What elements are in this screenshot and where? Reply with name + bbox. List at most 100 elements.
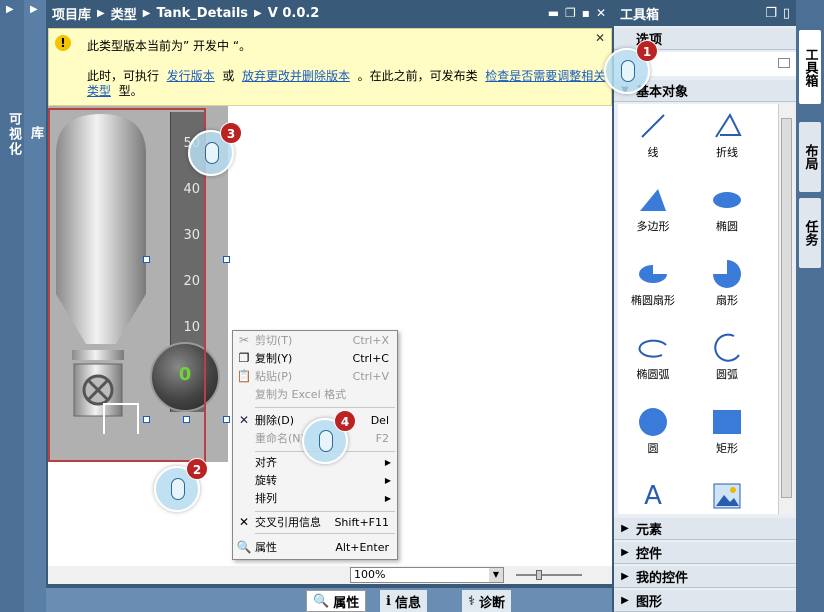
tab-toolbox[interactable]: 工具箱 [799,30,821,104]
scrollbar-thumb[interactable] [781,118,792,498]
maximize-icon[interactable]: ▯ [783,6,790,21]
section-controls[interactable]: ▶ 控件 [614,542,796,564]
tool-ellipse-segment[interactable]: 椭圆扇形 [618,256,688,308]
menu-item-arrange[interactable]: 排列 ▶ [233,489,397,507]
chevron-right-icon: ▶ [97,7,105,19]
tool-polygon[interactable]: 多边形 [618,182,688,234]
resize-handle[interactable] [223,416,230,423]
chevron-right-icon: ▶ [621,571,629,582]
menu-item-properties[interactable]: 🔍 属性 Alt+Enter [233,538,397,556]
toolbox-title: 工具箱 [620,7,660,23]
chevron-down-icon: ▼ [489,568,503,582]
graphic-view-icon [713,483,741,509]
library-tab[interactable]: 库 [26,126,45,141]
properties-icon: 🔍 [236,540,252,554]
expand-arrow-icon[interactable]: ▶ [30,4,38,15]
resize-handle[interactable] [143,256,150,263]
resize-handle[interactable] [143,416,150,423]
zoom-slider-thumb[interactable] [536,570,542,580]
circle-segment-icon [713,260,741,288]
selection-frame[interactable] [48,108,206,462]
section-graphics[interactable]: ▶ 图形 [614,590,796,612]
tool-circle-arc[interactable]: 圆弧 [692,330,762,382]
notification-text: 此时，可执行 [87,69,160,83]
view-toggle-icon[interactable] [778,58,790,68]
restore-icon[interactable]: ❐ [765,6,777,21]
tab-info[interactable]: ℹ 信息 [380,590,427,612]
notification-line1: 此类型版本当前为” 开发中 “。 [87,39,252,53]
menu-item-copy-excel[interactable]: 复制为 Excel 格式 [233,385,397,403]
resize-handle[interactable] [183,416,190,423]
info-icon: ℹ [386,593,391,609]
release-version-link[interactable]: 发行版本 [167,69,215,83]
tool-text-field[interactable]: A [618,478,688,514]
breadcrumb-version[interactable]: V 0.0.2 [268,6,320,21]
section-elements[interactable]: ▶ 元素 [614,518,796,540]
step-number: 4 [334,410,356,432]
breadcrumb-type-name[interactable]: Tank_Details [156,6,248,21]
tool-label: 椭圆弧 [636,368,670,381]
menu-item-cross-reference[interactable]: ✕ 交叉引用信息 Shift+F11 [233,513,397,531]
paste-icon: 📋 [236,369,252,383]
mouse-icon [621,60,635,82]
notification-text: 型。 [118,84,143,98]
tab-layout[interactable]: 布局 [799,122,821,192]
text-icon: A [644,481,662,511]
rectangle-icon [713,410,741,434]
mouse-icon [205,142,219,164]
toolbox-scrollbar[interactable] [778,104,794,514]
minimize-icon[interactable]: ▬ [548,6,559,20]
polyline-icon [715,112,742,138]
menu-label: 复制(Y) [255,352,293,365]
visualization-tab[interactable]: 可视化 [4,112,23,157]
tab-tasks[interactable]: 任务 [799,198,821,268]
notification-text: 。在此之前，可发布类 [357,69,478,83]
section-label: 我的控件 [636,571,689,586]
zoom-select[interactable]: 100% ▼ [350,567,504,583]
section-label: 元素 [636,523,663,538]
menu-item-rotate[interactable]: 旋转 ▶ [233,471,397,489]
breadcrumb-project-library[interactable]: 项目库 [52,4,91,23]
ellipse-arc-icon [638,339,667,358]
breadcrumb-types[interactable]: 类型 [111,4,137,23]
diagnostics-icon: ⚕ [468,593,476,609]
tool-polyline[interactable]: 折线 [692,108,762,160]
menu-shortcut: Ctrl+X [352,333,389,347]
tab-properties[interactable]: 🔍 属性 [306,590,367,612]
chevron-right-icon: ▶ [254,7,262,19]
chevron-right-icon: ▶ [142,7,151,19]
menu-item-copy[interactable]: ❐ 复制(Y) Ctrl+C [233,349,397,367]
tool-ellipse-arc[interactable]: 椭圆弧 [618,330,688,382]
menu-item-cut[interactable]: ✂ 剪切(T) Ctrl+X [233,331,397,349]
menu-shortcut: Ctrl+V [352,369,389,383]
menu-shortcut: F2 [375,431,389,445]
tab-diagnostics[interactable]: ⚕ 诊断 [462,590,512,612]
warning-icon: ! [55,35,71,51]
tool-label: 扇形 [716,294,738,307]
notification-text: 或 [222,69,235,83]
discard-changes-link[interactable]: 放弃更改并删除版本 [242,69,350,83]
menu-shortcut: Ctrl+C [352,351,389,365]
menu-item-paste[interactable]: 📋 粘贴(P) Ctrl+V [233,367,397,385]
zoom-slider[interactable] [516,570,582,580]
step-number: 1 [636,40,658,62]
tool-graphic-view[interactable] [692,478,762,514]
close-icon[interactable]: ✕ [596,6,606,20]
resize-handle[interactable] [223,256,230,263]
maximize-icon[interactable]: ▪ [582,6,590,20]
library-strip: ▶ 库 [24,0,46,612]
close-notification-icon[interactable]: ✕ [595,31,605,45]
left-nav-strip: ▶ 可视化 [0,0,24,612]
tool-rectangle[interactable]: 矩形 [692,404,762,456]
chevron-right-icon: ▶ [621,523,629,534]
tool-line[interactable]: 线 [618,108,688,160]
delete-icon: ✕ [238,413,250,427]
section-my-controls[interactable]: ▶ 我的控件 [614,566,796,588]
tool-ellipse[interactable]: 椭圆 [692,182,762,234]
restore-icon[interactable]: ❐ [565,6,576,20]
polygon-icon [640,189,666,211]
tool-circle-segment[interactable]: 扇形 [692,256,762,308]
tool-circle[interactable]: 圆 [618,404,688,456]
collapse-arrow-icon[interactable]: ▶ [6,4,14,15]
editor-title-bar: 项目库 ▶ 类型 ▶ Tank_Details ▶ V 0.0.2 ▬ ❐ ▪ … [46,0,612,26]
